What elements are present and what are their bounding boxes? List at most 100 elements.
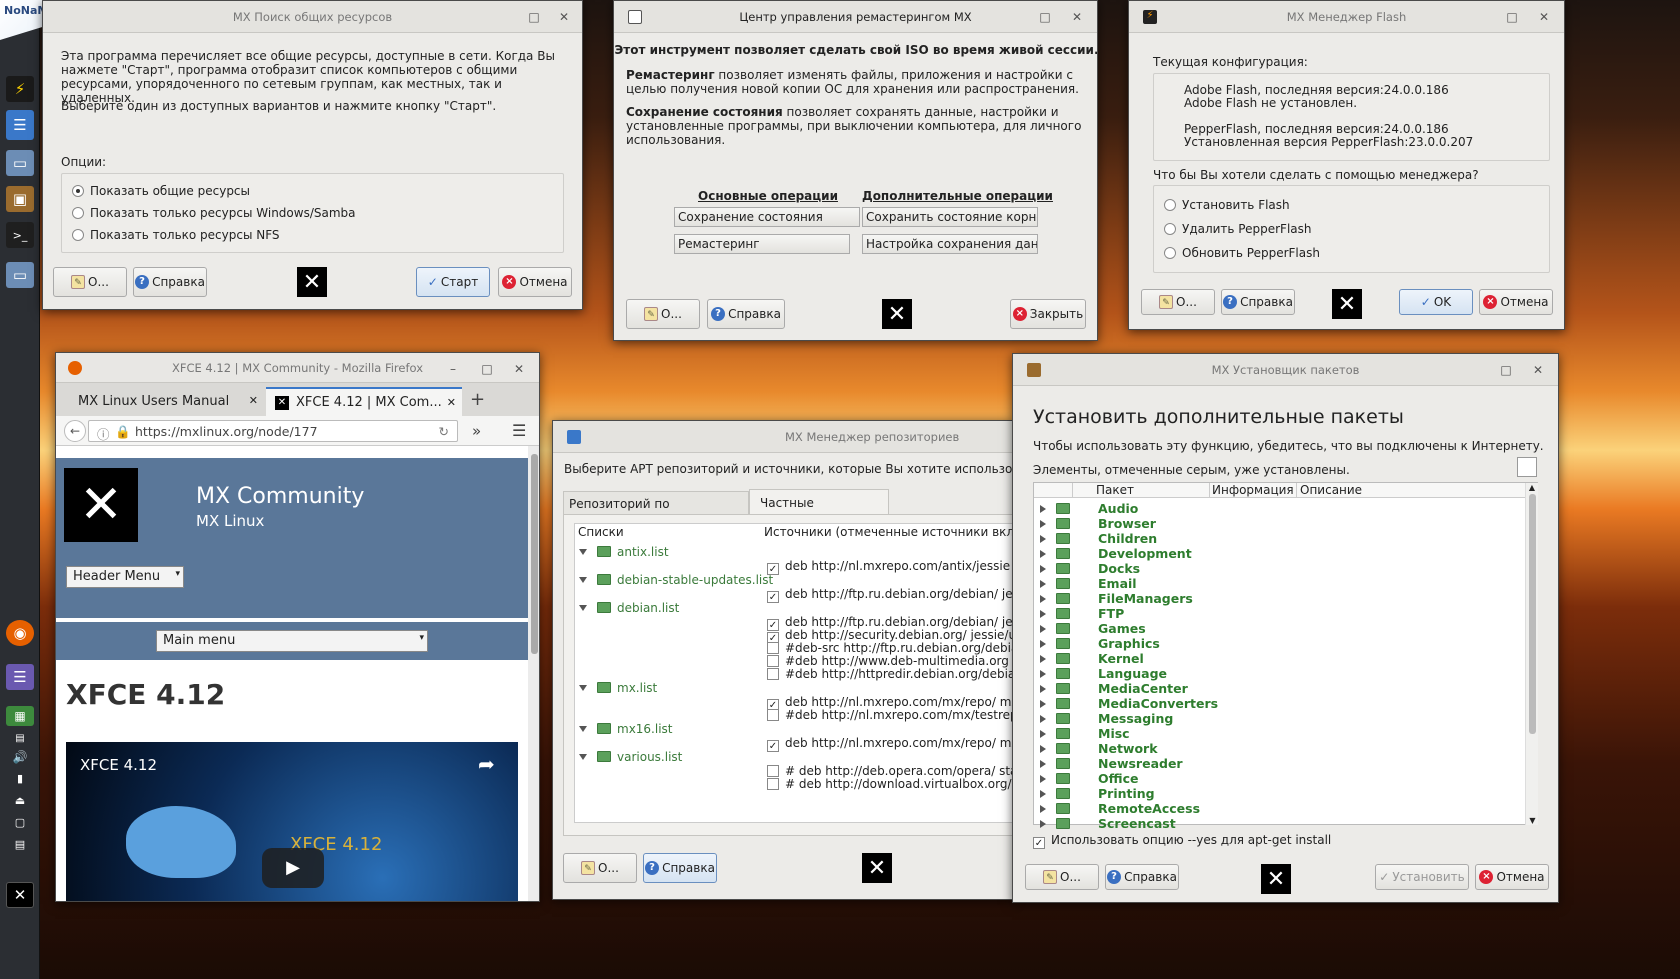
expand-icon[interactable]: [1040, 550, 1046, 558]
help-button[interactable]: ? Справка: [1221, 289, 1295, 315]
maximize-icon[interactable]: □: [1498, 362, 1514, 378]
package-category[interactable]: FTP: [1040, 606, 1124, 621]
expand-icon[interactable]: [1040, 535, 1046, 543]
close-icon[interactable]: ✕: [1069, 9, 1085, 25]
source-checkbox[interactable]: ✓: [767, 591, 779, 603]
expand-icon[interactable]: [1040, 820, 1046, 828]
repo-list-item[interactable]: debian-stable-updates.list: [579, 573, 773, 587]
package-category[interactable]: Docks: [1040, 561, 1140, 576]
expand-icon[interactable]: [1040, 625, 1046, 633]
back-icon[interactable]: ←: [64, 420, 86, 442]
radio-all[interactable]: Показать общие ресурсы: [72, 184, 250, 198]
source-checkbox[interactable]: [767, 642, 779, 654]
source-row[interactable]: # deb http://download.virtualbox.org/vi: [767, 777, 1013, 791]
smb-titlebar[interactable]: MX Поиск общих ресурсов □ ✕: [43, 1, 582, 33]
cancel-button[interactable]: × Отмена: [1479, 289, 1553, 315]
reload-icon[interactable]: ↻: [439, 424, 449, 439]
package-category[interactable]: Email: [1040, 576, 1137, 591]
package-category[interactable]: Children: [1040, 531, 1157, 546]
header-menu-select[interactable]: Header Menu ▾: [66, 566, 184, 588]
repo-list-item[interactable]: debian.list: [579, 601, 679, 615]
expand-icon[interactable]: [1040, 655, 1046, 663]
cancel-button[interactable]: × Отмена: [1475, 864, 1549, 890]
package-category[interactable]: Screencast: [1040, 816, 1176, 831]
pkg-titlebar[interactable]: MX Установщик пакетов □ ✕: [1013, 354, 1558, 386]
repo-task-icon[interactable]: ☰: [6, 664, 34, 690]
source-row[interactable]: ✓ deb http://nl.mxrepo.com/mx/repo/ mx1: [767, 736, 1013, 752]
clipboard-icon[interactable]: ▤: [6, 836, 34, 852]
play-icon[interactable]: ▶: [262, 848, 324, 888]
expand-icon[interactable]: [1040, 775, 1046, 783]
col-package[interactable]: Пакет: [1096, 483, 1134, 497]
minimize-icon[interactable]: –: [445, 361, 461, 377]
source-row[interactable]: #deb http://nl.mxrepo.com/mx/testrepo: [767, 708, 1013, 722]
remaster-titlebar[interactable]: Центр управления ремастерингом MX □ ✕: [614, 1, 1097, 33]
expand-icon[interactable]: [1040, 505, 1046, 513]
close-tab-icon[interactable]: ✕: [249, 394, 258, 407]
start-button[interactable]: ✓ Старт: [416, 267, 490, 297]
video-player[interactable]: XFCE 4.12 ➦ XFCE 4.12 ▶: [66, 742, 518, 901]
expand-icon[interactable]: [1040, 760, 1046, 768]
expand-icon[interactable]: [1040, 715, 1046, 723]
close-button[interactable]: × Закрыть: [1010, 299, 1086, 329]
package-category[interactable]: Development: [1040, 546, 1192, 561]
about-button[interactable]: ✎ О...: [626, 299, 700, 329]
expand-icon[interactable]: [579, 726, 587, 732]
persist-settings-button[interactable]: Настройка сохранения данных: [862, 234, 1038, 254]
cancel-button[interactable]: × Отмена: [498, 267, 572, 297]
maximize-icon[interactable]: □: [1504, 9, 1520, 25]
expand-icon[interactable]: [579, 577, 587, 583]
about-button[interactable]: ✎ О...: [1141, 289, 1215, 315]
ok-button[interactable]: ✓ OK: [1399, 289, 1473, 315]
source-checkbox[interactable]: [767, 778, 779, 790]
package-category[interactable]: RemoteAccess: [1040, 801, 1200, 816]
overflow-icon[interactable]: »: [472, 422, 481, 440]
maximize-icon[interactable]: □: [1037, 9, 1053, 25]
source-row[interactable]: ✓ deb http://nl.mxrepo.com/antix/jessie j…: [767, 559, 1013, 575]
package-category[interactable]: MediaCenter: [1040, 681, 1188, 696]
expand-icon[interactable]: [1040, 610, 1046, 618]
radio-nfs[interactable]: Показать только ресурсы NFS: [72, 228, 280, 242]
source-checkbox[interactable]: ✓: [767, 563, 779, 575]
scrollbar[interactable]: ▲ ▼: [1525, 483, 1538, 825]
notes-icon[interactable]: ▢: [6, 814, 34, 830]
about-button[interactable]: ✎ О...: [1025, 864, 1099, 890]
radio-update-pepper[interactable]: Обновить PepperFlash: [1164, 246, 1320, 260]
expand-icon[interactable]: [1040, 700, 1046, 708]
expand-icon[interactable]: [1040, 640, 1046, 648]
battery-icon[interactable]: ▮: [6, 770, 34, 786]
radio-samba[interactable]: Показать только ресурсы Windows/Samba: [72, 206, 356, 220]
radio-remove-pepper[interactable]: Удалить PepperFlash: [1164, 222, 1312, 236]
package-category[interactable]: Language: [1040, 666, 1167, 681]
remaster-button[interactable]: Ремастеринг: [674, 234, 850, 254]
tab-default-repo[interactable]: Репозиторий по умолчанию: [563, 491, 749, 525]
expand-icon[interactable]: [1040, 670, 1046, 678]
package-category[interactable]: Network: [1040, 741, 1158, 756]
expand-icon[interactable]: [1040, 595, 1046, 603]
flash-titlebar[interactable]: ⚡ MX Менеджер Flash □ ✕: [1129, 1, 1564, 33]
close-icon[interactable]: ✕: [556, 9, 572, 25]
site-title[interactable]: MX Community: [196, 484, 364, 509]
package-category[interactable]: Office: [1040, 771, 1138, 786]
repo-manager-icon[interactable]: ☰: [6, 110, 34, 140]
source-checkbox[interactable]: [767, 655, 779, 667]
expand-icon[interactable]: [1040, 745, 1046, 753]
expand-icon[interactable]: [1040, 580, 1046, 588]
help-button[interactable]: ? Справка: [133, 267, 207, 297]
firefox-titlebar[interactable]: XFCE 4.12 | MX Community - Mozilla Firef…: [56, 353, 539, 383]
close-tab-icon[interactable]: ✕: [447, 396, 456, 409]
expand-icon[interactable]: [1040, 520, 1046, 528]
source-row[interactable]: #deb-src http://ftp.ru.debian.org/debian: [767, 641, 1013, 655]
expand-icon[interactable]: [579, 549, 587, 555]
window-icon-2[interactable]: ▭: [6, 262, 34, 288]
package-category[interactable]: FileManagers: [1040, 591, 1193, 606]
maximize-icon[interactable]: □: [479, 361, 495, 377]
window-icon[interactable]: ▭: [6, 150, 34, 176]
package-installer-icon[interactable]: ▣: [6, 186, 34, 212]
col-info[interactable]: Информация: [1212, 483, 1294, 497]
save-state-button[interactable]: Сохранение состояния: [674, 207, 860, 227]
close-icon[interactable]: ✕: [1530, 362, 1546, 378]
install-button[interactable]: ✓ Установить: [1375, 864, 1469, 890]
expand-icon[interactable]: [579, 685, 587, 691]
package-category[interactable]: Graphics: [1040, 636, 1160, 651]
